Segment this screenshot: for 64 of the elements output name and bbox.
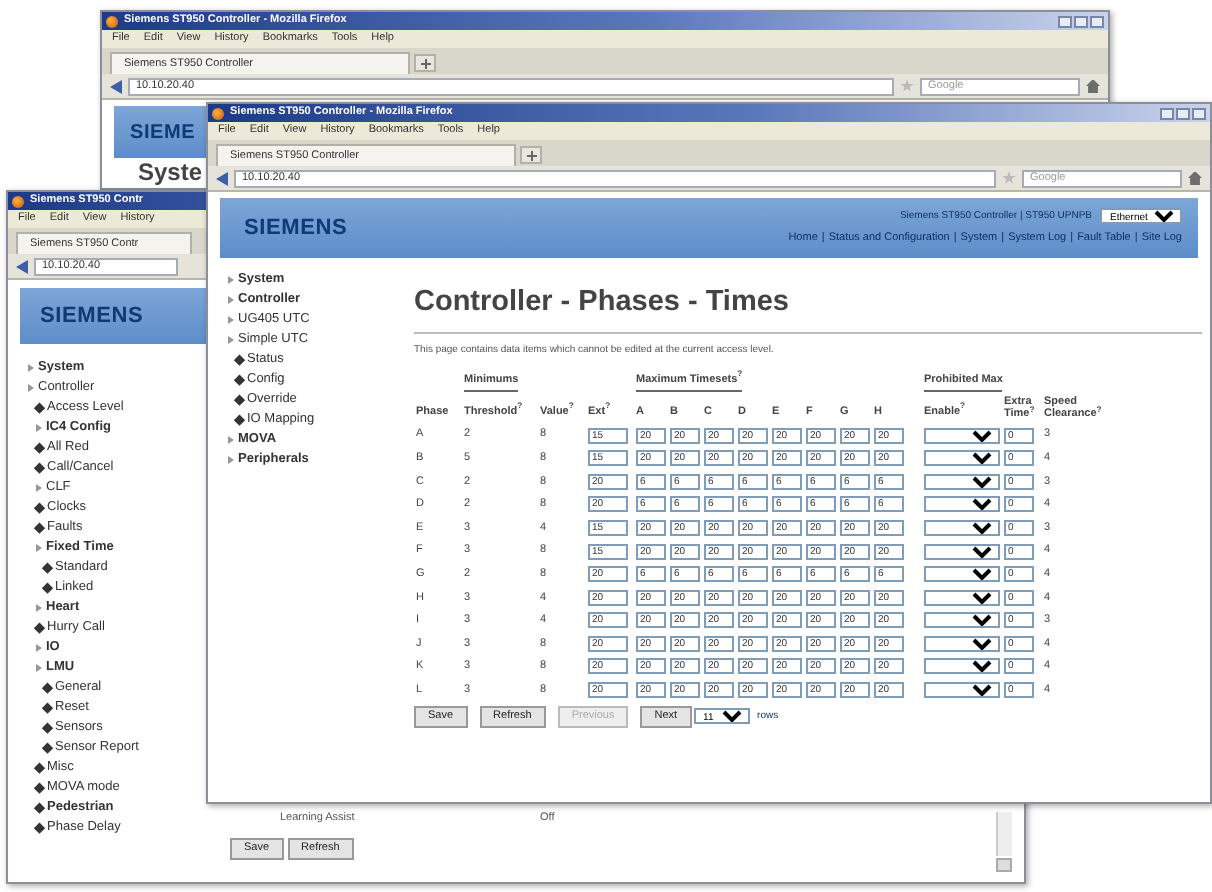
triangle-icon (36, 604, 42, 612)
bullet-icon (34, 443, 45, 453)
enable-select[interactable] (924, 589, 1000, 606)
bullet-icon (42, 583, 53, 593)
bullet-icon (34, 523, 45, 533)
enable-select[interactable] (924, 543, 1000, 560)
bullet-icon (34, 503, 45, 513)
triangle-icon (228, 296, 234, 304)
enable-select[interactable] (924, 566, 1000, 583)
bullet-icon (34, 623, 45, 633)
back-arrow-icon[interactable] (16, 259, 28, 273)
enable-select[interactable] (924, 473, 1000, 490)
triangle-icon (228, 336, 234, 344)
new-tab-icon[interactable] (414, 54, 436, 72)
bullet-icon (34, 403, 45, 413)
bullet-icon (234, 355, 245, 365)
bullet-icon (42, 723, 53, 733)
bullet-icon (42, 563, 53, 573)
triangle-icon (228, 316, 234, 324)
browser-icon (12, 195, 24, 207)
enable-select[interactable] (924, 427, 1000, 444)
back-arrow-icon[interactable] (216, 171, 228, 185)
bullet-icon (42, 743, 53, 753)
window-controls-icon[interactable] (1058, 15, 1104, 27)
triangle-icon (228, 456, 234, 464)
window-controls-icon[interactable] (1160, 107, 1206, 119)
triangle-icon (36, 644, 42, 652)
browser-icon (106, 15, 118, 27)
page-heading: Syste (138, 160, 203, 186)
new-tab-icon[interactable] (520, 146, 542, 164)
enable-select[interactable] (924, 658, 1000, 675)
logo-text: SIEME (130, 119, 196, 147)
triangle-icon (228, 276, 234, 284)
bullet-icon (34, 823, 45, 833)
back-arrow-icon[interactable] (110, 79, 122, 93)
bullet-icon (234, 375, 245, 385)
bullet-icon (34, 463, 45, 473)
triangle-icon (28, 384, 34, 392)
home-icon[interactable] (1086, 79, 1100, 93)
browser-icon (212, 107, 224, 119)
logo-text: SIEMENS (244, 213, 348, 244)
bullet-icon (34, 803, 45, 813)
scrollbar[interactable] (996, 812, 1012, 856)
bullet-icon (42, 703, 53, 713)
triangle-icon (36, 484, 42, 492)
bullet-icon (34, 783, 45, 793)
bullet-icon (34, 763, 45, 773)
enable-select[interactable] (924, 450, 1000, 467)
home-icon[interactable] (1188, 171, 1202, 185)
logo-text: SIEMENS (40, 301, 144, 332)
triangle-icon (28, 364, 34, 372)
bullet-icon (42, 683, 53, 693)
enable-select[interactable] (924, 682, 1000, 699)
bullet-icon (234, 415, 245, 425)
bullet-icon (234, 395, 245, 405)
enable-select[interactable] (924, 612, 1000, 629)
enable-select[interactable] (924, 519, 1000, 536)
enable-select[interactable] (924, 496, 1000, 513)
triangle-icon (36, 664, 42, 672)
triangle-icon (228, 436, 234, 444)
page-heading: Controller - Phases - Times (414, 286, 791, 320)
triangle-icon (36, 544, 42, 552)
triangle-icon (36, 424, 42, 432)
enable-select[interactable] (924, 635, 1000, 652)
